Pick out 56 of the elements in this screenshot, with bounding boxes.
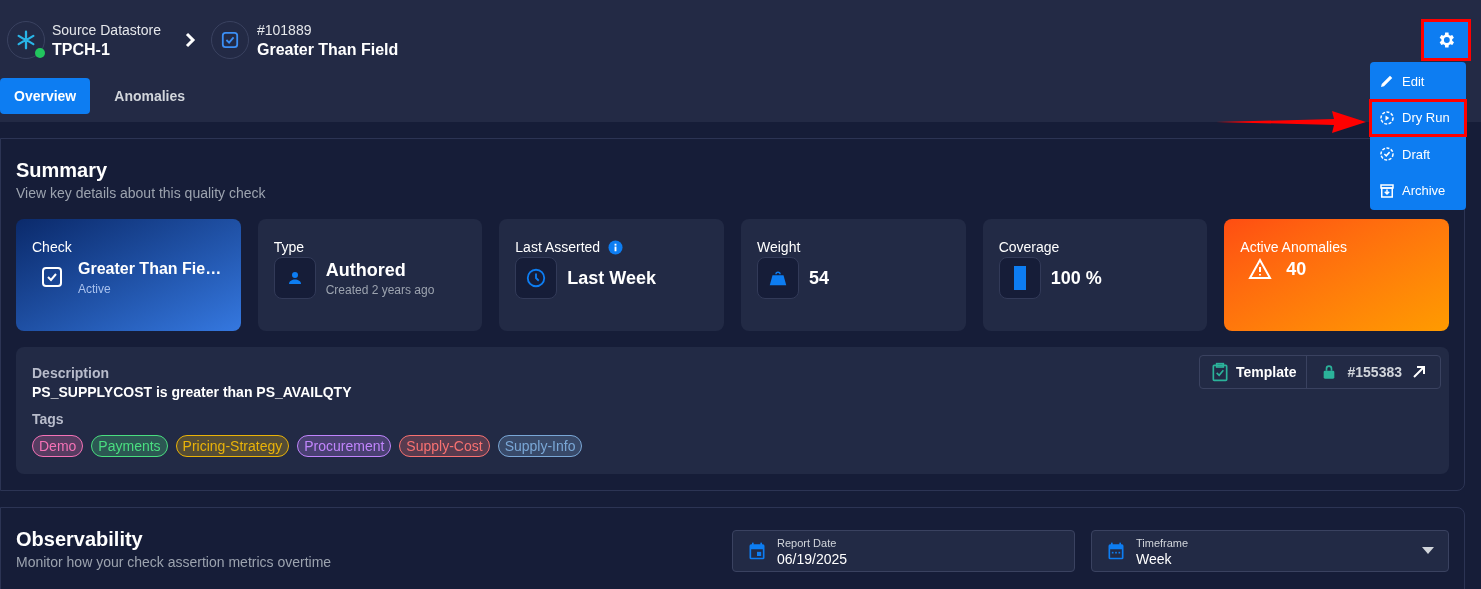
settings-button[interactable] — [1424, 22, 1468, 58]
tab[interactable]: Anomalies — [100, 78, 200, 114]
tag: Pricing-Strategy — [175, 435, 290, 457]
stat-value: 54 — [809, 267, 830, 290]
stat-label: Check — [32, 238, 72, 257]
warning-triangle-icon — [1248, 257, 1273, 281]
date-field[interactable]: Report Date 06/19/2025 — [732, 530, 1075, 572]
calendar-icon — [747, 541, 767, 561]
tag: Procurement — [297, 435, 392, 457]
stat-label: Last Asserted — [515, 238, 601, 257]
menu-item[interactable]: Draft — [1370, 136, 1466, 173]
tag: Supply-Info — [497, 435, 583, 457]
stat-value: Last Week — [567, 267, 657, 290]
calendar-icon — [1106, 541, 1126, 561]
section-subtitle: Monitor how your check assertion metrics overtime — [16, 553, 333, 572]
stat-subtext: Created 2 years ago — [325, 282, 435, 298]
section-subtitle: View key details about this quality check — [16, 184, 266, 203]
stat-value: Authored — [325, 259, 406, 282]
section-title: Summary — [16, 158, 109, 183]
clipboard-check-icon — [1210, 362, 1231, 382]
menu-item[interactable]: Archive — [1370, 172, 1466, 209]
arrow-up-right-icon — [1412, 365, 1426, 379]
check-square-icon — [40, 265, 64, 289]
template-link[interactable]: #155383 — [1307, 356, 1440, 388]
stat-label: Weight — [757, 238, 801, 257]
tag: Supply-Cost — [399, 435, 490, 457]
description-text: PS_SUPPLYCOST is greater than PS_AVAILQTY — [32, 383, 352, 401]
snowflake-icon — [15, 29, 37, 51]
tag: Demo — [32, 435, 84, 457]
tab[interactable]: Overview — [0, 78, 91, 114]
stat-value: 100 % — [1050, 267, 1102, 290]
stat-subtext: Active — [78, 281, 112, 297]
stat-label: Type — [273, 238, 304, 257]
template-button[interactable]: Template — [1200, 356, 1308, 388]
check-square-icon — [220, 31, 239, 49]
menu-item[interactable]: Edit — [1370, 63, 1466, 100]
datastore-name: TPCH-1 — [52, 40, 111, 60]
caret-down-icon — [1422, 547, 1434, 555]
stat-label: Coverage — [998, 238, 1060, 257]
stat-value: 40 — [1286, 258, 1307, 281]
datastore-label: Source Datastore — [52, 21, 161, 40]
timeframe-dropdown[interactable]: Timeframe Week — [1091, 530, 1449, 572]
clock-icon — [525, 267, 548, 289]
stat-label: Active Anomalies — [1240, 238, 1347, 257]
stat-value: Greater Than Fie… — [78, 259, 222, 279]
menu-item[interactable]: Dry Run — [1370, 99, 1466, 136]
section-title: Observability — [16, 527, 144, 552]
description-label: Description — [32, 364, 109, 383]
check-circle-icon — [1378, 145, 1396, 164]
tag: Payments — [91, 435, 168, 457]
check-id: #101889 — [256, 21, 313, 40]
check-name: Greater Than Field — [256, 40, 399, 60]
archive-box-icon — [1378, 181, 1396, 200]
coverage-bar-icon — [1013, 266, 1026, 290]
tags-label: Tags — [32, 410, 64, 429]
play-circle-icon — [1378, 108, 1396, 127]
